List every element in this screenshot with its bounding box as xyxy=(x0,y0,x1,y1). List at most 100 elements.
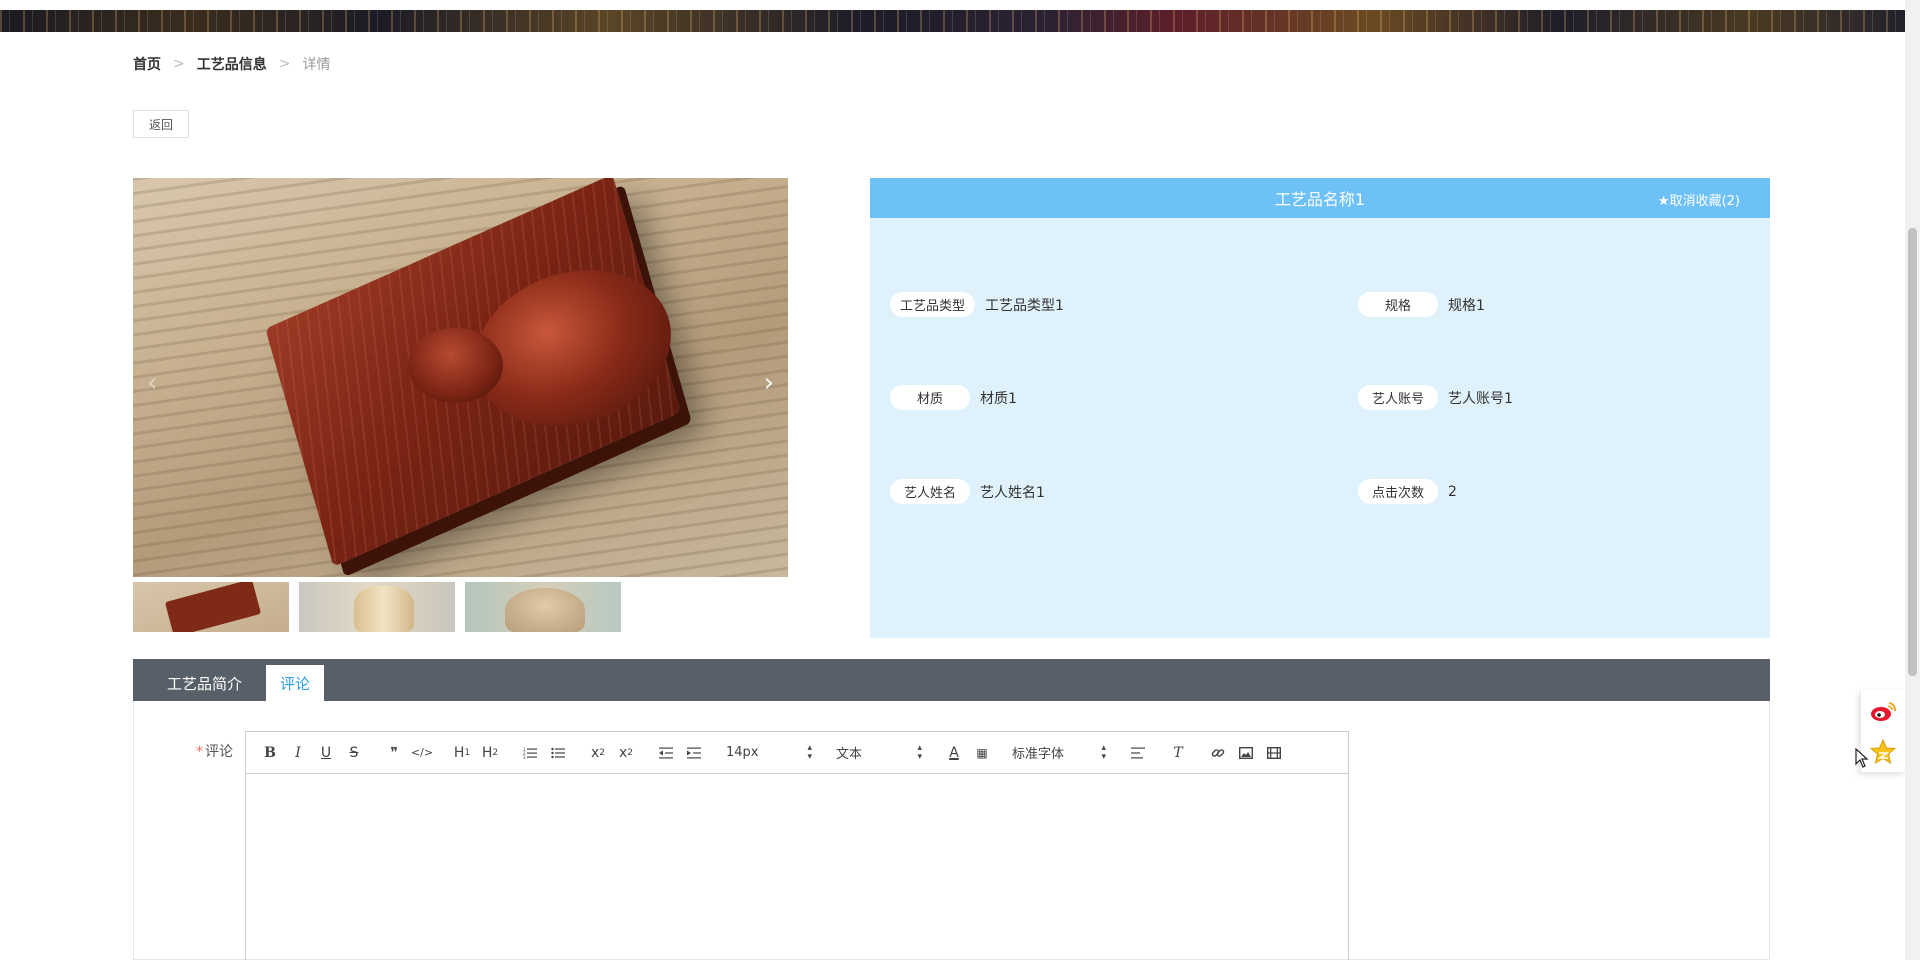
underline-button[interactable]: U xyxy=(312,740,340,766)
breadcrumb-separator: > xyxy=(173,56,185,72)
indent-icon[interactable] xyxy=(680,740,708,766)
background-color-icon[interactable]: ▦ xyxy=(968,740,996,766)
product-name: 工艺品名称1 xyxy=(1274,190,1366,209)
breadcrumb: 首页 > 工艺品信息 > 详情 xyxy=(133,54,330,74)
comment-label-text: 评论 xyxy=(205,744,233,760)
qzone-star-icon[interactable] xyxy=(1868,737,1898,767)
image-svg xyxy=(1239,746,1253,759)
font-family-select[interactable]: 标准字体 ▴ ▾ xyxy=(1006,740,1112,766)
h2-sub: 2 xyxy=(492,747,499,758)
superscript-button[interactable]: x2 xyxy=(612,740,640,766)
info-value: 2 xyxy=(1448,483,1457,500)
sup-glyph: x xyxy=(618,744,628,761)
thumbnail-3[interactable] xyxy=(465,582,621,632)
bullet-list-svg xyxy=(551,747,565,758)
code-block-icon[interactable]: </> xyxy=(408,740,436,766)
beetle-carving-head xyxy=(408,328,503,403)
tab-introduction[interactable]: 工艺品简介 xyxy=(153,665,256,701)
strike-button[interactable]: S xyxy=(340,740,368,766)
product-image-carousel[interactable]: ‹ › xyxy=(133,178,788,577)
info-label: 艺人姓名 xyxy=(890,479,970,504)
font-size-value: 14px xyxy=(726,745,759,760)
thumbnail-carving xyxy=(164,582,262,632)
thumbnail-overlay xyxy=(299,582,455,632)
weibo-svg xyxy=(1871,701,1896,721)
qzone-svg xyxy=(1870,738,1896,764)
page-scrollbar[interactable] xyxy=(1905,0,1920,960)
info-label: 点击次数 xyxy=(1358,479,1438,504)
font-size-select[interactable]: 14px ▴ ▾ xyxy=(720,740,818,766)
breadcrumb-current: 详情 xyxy=(302,57,331,73)
h1-glyph: H xyxy=(453,744,465,761)
comment-field-label: * 评论 xyxy=(196,741,233,761)
font-color-icon[interactable]: A xyxy=(940,740,968,766)
select-caret-icon: ▴ ▾ xyxy=(917,742,922,762)
weibo-icon[interactable] xyxy=(1868,696,1898,726)
blockquote-icon[interactable]: ❞ xyxy=(380,740,408,766)
align-svg xyxy=(1131,747,1145,758)
mouse-cursor-icon xyxy=(1855,748,1869,768)
text-style-select[interactable]: 文本 ▴ ▾ xyxy=(830,740,928,766)
italic-button[interactable]: I xyxy=(284,740,312,766)
svg-text:3: 3 xyxy=(523,755,526,759)
align-icon[interactable] xyxy=(1124,740,1152,766)
ordered-list-icon[interactable]: 123 xyxy=(516,740,544,766)
detail-tabs: 工艺品简介 评论 xyxy=(133,659,1770,701)
info-value: 规格1 xyxy=(1448,297,1485,314)
clear-format-glyph: T xyxy=(1173,744,1183,761)
sup-mark: 2 xyxy=(627,747,634,758)
info-value: 艺人账号1 xyxy=(1448,390,1513,407)
text-style-value: 文本 xyxy=(836,747,863,762)
select-caret-icon: ▴ ▾ xyxy=(1101,742,1106,762)
breadcrumb-home[interactable]: 首页 xyxy=(133,54,161,74)
product-info-header: 工艺品名称1 ★取消收藏(2) xyxy=(870,178,1770,218)
video-svg xyxy=(1267,746,1281,759)
comment-section: * 评论 B I U S ❞ </> H1 H2 123 x2 x2 14px … xyxy=(133,701,1770,960)
info-row-type: 工艺品类型 工艺品类型1 xyxy=(890,292,1064,317)
breadcrumb-list[interactable]: 工艺品信息 xyxy=(197,54,267,74)
unfavorite-button[interactable]: ★取消收藏(2) xyxy=(1658,190,1740,209)
scrollbar-thumb[interactable] xyxy=(1908,228,1917,676)
bullet-list-icon[interactable] xyxy=(544,740,572,766)
carousel-next-icon[interactable]: › xyxy=(764,368,774,398)
info-label: 材质 xyxy=(890,385,970,410)
link-icon[interactable] xyxy=(1204,740,1232,766)
info-row-spec: 规格 规格1 xyxy=(1358,292,1485,317)
top-white-strip xyxy=(0,0,1905,10)
required-mark: * xyxy=(196,744,203,760)
sub-glyph: x xyxy=(590,744,600,761)
info-value: 艺人姓名1 xyxy=(980,484,1045,501)
video-icon[interactable] xyxy=(1260,740,1288,766)
rich-text-editor: B I U S ❞ </> H1 H2 123 x2 x2 14px ▴ ▾ 文… xyxy=(245,731,1349,960)
outdent-icon[interactable] xyxy=(652,740,680,766)
ordered-list-svg: 123 xyxy=(523,747,537,759)
indent-svg xyxy=(687,747,701,758)
info-row-artist-account: 艺人账号 艺人账号1 xyxy=(1358,385,1513,410)
image-icon[interactable] xyxy=(1232,740,1260,766)
header-2-button[interactable]: H2 xyxy=(476,740,504,766)
h2-glyph: H xyxy=(481,744,493,761)
info-label: 艺人账号 xyxy=(1358,385,1438,410)
product-info-panel: 工艺品名称1 ★取消收藏(2) 工艺品类型 工艺品类型1 规格 规格1 材质 材… xyxy=(870,178,1770,638)
thumbnail-1[interactable] xyxy=(133,582,289,632)
thumbnail-2[interactable] xyxy=(299,582,455,632)
info-row-artist-name: 艺人姓名 艺人姓名1 xyxy=(890,479,1045,504)
thumbnail-overlay xyxy=(465,582,621,632)
back-button[interactable]: 返回 xyxy=(133,110,189,138)
editor-toolbar: B I U S ❞ </> H1 H2 123 x2 x2 14px ▴ ▾ 文… xyxy=(246,732,1348,774)
subscript-button[interactable]: x2 xyxy=(584,740,612,766)
bold-button[interactable]: B xyxy=(256,740,284,766)
info-label: 规格 xyxy=(1358,292,1438,317)
header-1-button[interactable]: H1 xyxy=(448,740,476,766)
carousel-prev-icon[interactable]: ‹ xyxy=(147,368,157,398)
h1-sub: 1 xyxy=(464,747,471,758)
sub-mark: 2 xyxy=(599,747,606,758)
comment-editor-area[interactable] xyxy=(246,774,1348,960)
info-row-material: 材质 材质1 xyxy=(890,385,1017,410)
tab-comments[interactable]: 评论 xyxy=(266,665,325,701)
outdent-svg xyxy=(659,747,673,758)
info-label: 工艺品类型 xyxy=(890,292,976,317)
breadcrumb-separator: > xyxy=(278,56,291,72)
clear-format-button[interactable]: T xyxy=(1164,740,1192,766)
select-caret-icon: ▴ ▾ xyxy=(807,742,812,762)
